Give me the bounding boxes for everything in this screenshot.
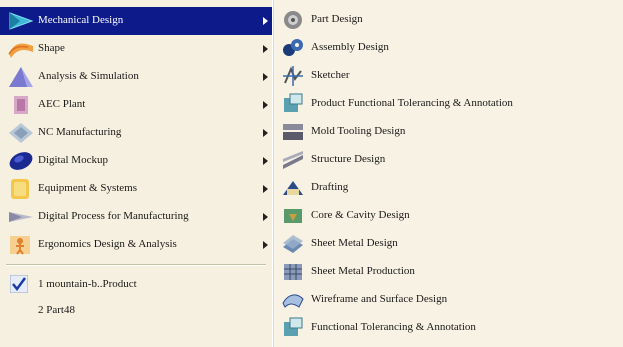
submenu-item-label: Mold Tooling Design [311, 125, 406, 137]
submenu-item-label: Wireframe and Surface Design [311, 293, 448, 305]
checkmark-icon [10, 275, 28, 293]
sheet-metal-design-icon [283, 235, 303, 253]
menu-item-label: AEC Plant [38, 98, 86, 110]
submenu-item-sheet-metal-design[interactable]: Sheet Metal Design [273, 230, 623, 258]
submenu-item-drafting[interactable]: Drafting [273, 174, 623, 202]
analysis-simulation-icon [9, 67, 33, 87]
submenu-arrow-icon [263, 101, 268, 109]
submenu-arrow-icon [263, 17, 268, 25]
aec-plant-icon [14, 96, 28, 114]
submenu-item-wireframe-surface[interactable]: Wireframe and Surface Design [273, 286, 623, 314]
sheet-metal-production-icon [284, 264, 302, 280]
submenu-item-sheet-metal-production[interactable]: Sheet Metal Production [273, 258, 623, 286]
submenu-arrow-icon [263, 73, 268, 81]
menu-item-digital-mockup[interactable]: Digital Mockup [0, 147, 272, 175]
submenu-item-product-tolerancing[interactable]: Product Functional Tolerancing & Annotat… [273, 90, 623, 118]
ergonomics-icon [10, 236, 30, 255]
sketcher-icon [283, 66, 303, 86]
submenu-item-label: Sheet Metal Design [311, 237, 398, 249]
menu-separator [6, 264, 266, 266]
menu-item-label: Analysis & Simulation [38, 70, 139, 82]
submenu-item-label: Part Design [311, 13, 363, 25]
menu-item-equipment-systems[interactable]: Equipment & Systems [0, 175, 272, 203]
product-tolerancing-icon [284, 93, 303, 112]
submenu-arrow-icon [263, 157, 268, 165]
submenu-item-label: Assembly Design [311, 41, 389, 53]
submenu-item-label: Sketcher [311, 69, 350, 81]
menu-item-aec-plant[interactable]: AEC Plant [0, 91, 272, 119]
recent-file-1[interactable]: 1 mountain-b..Product [0, 271, 272, 299]
recent-file-2[interactable]: 2 Part48 [0, 297, 272, 325]
equipment-systems-icon [11, 179, 29, 199]
mechanical-design-icon [9, 12, 34, 30]
recent-file-label: 1 mountain-b..Product [38, 278, 137, 290]
submenu-arrow-icon [263, 185, 268, 193]
submenu-item-sketcher[interactable]: Sketcher [273, 62, 623, 90]
submenu-arrow-icon [263, 213, 268, 221]
menu-item-label: Digital Process for Manufacturing [38, 210, 189, 222]
mold-tooling-icon [283, 124, 303, 140]
submenu-item-label: Structure Design [311, 153, 386, 165]
submenu-item-structure-design[interactable]: Structure Design [273, 146, 623, 174]
menu-item-shape[interactable]: Shape [0, 35, 272, 63]
submenu-item-assembly-design[interactable]: Assembly Design [273, 34, 623, 62]
part-design-icon [284, 11, 302, 29]
submenu-arrow-icon [263, 129, 268, 137]
menu-item-label: Shape [38, 42, 65, 54]
menu-item-digital-process[interactable]: Digital Process for Manufacturing [0, 203, 272, 231]
submenu-item-part-design[interactable]: Part Design [273, 6, 623, 34]
recent-file-label: 2 Part48 [38, 304, 75, 316]
drafting-icon [283, 181, 303, 195]
submenu-item-core-cavity[interactable]: Core & Cavity Design [273, 202, 623, 230]
submenu-item-label: Drafting [311, 181, 349, 193]
menu-item-label: Digital Mockup [38, 154, 108, 166]
shape-icon [8, 43, 33, 58]
menu-item-mechanical-design[interactable]: Mechanical Design [0, 7, 272, 35]
menu-item-label: Mechanical Design [38, 14, 124, 26]
digital-process-icon [9, 212, 33, 222]
submenu-item-mold-tooling[interactable]: Mold Tooling Design [273, 118, 623, 146]
submenu-item-label: Functional Tolerancing & Annotation [311, 321, 476, 333]
submenu-arrow-icon [263, 45, 268, 53]
mechanical-design-submenu: Part Design Assembly Design Sketcher Pro… [272, 0, 623, 347]
menu-item-label: Equipment & Systems [38, 182, 137, 194]
assembly-design-icon [283, 39, 303, 56]
submenu-arrow-icon [263, 241, 268, 249]
core-cavity-icon [284, 209, 302, 223]
wireframe-surface-icon [282, 294, 304, 308]
menu-item-nc-manufacturing[interactable]: NC Manufacturing [0, 119, 272, 147]
menu-item-label: NC Manufacturing [38, 126, 122, 138]
menu-item-ergonomics[interactable]: Ergonomics Design & Analysis [0, 231, 272, 259]
submenu-item-label: Product Functional Tolerancing & Annotat… [311, 97, 513, 109]
menu-item-label: Ergonomics Design & Analysis [38, 238, 177, 250]
structure-design-icon [283, 151, 303, 169]
nc-manufacturing-icon [9, 123, 33, 143]
menu-item-analysis-simulation[interactable]: Analysis & Simulation [0, 63, 272, 91]
functional-tolerancing-icon [284, 317, 303, 336]
digital-mockup-icon [9, 152, 33, 170]
submenu-item-label: Core & Cavity Design [311, 209, 410, 221]
start-menu: Mechanical Design Shape Analysis & Simul… [0, 0, 273, 347]
submenu-item-functional-tolerancing[interactable]: Functional Tolerancing & Annotation [273, 314, 623, 342]
submenu-item-label: Sheet Metal Production [311, 265, 415, 277]
